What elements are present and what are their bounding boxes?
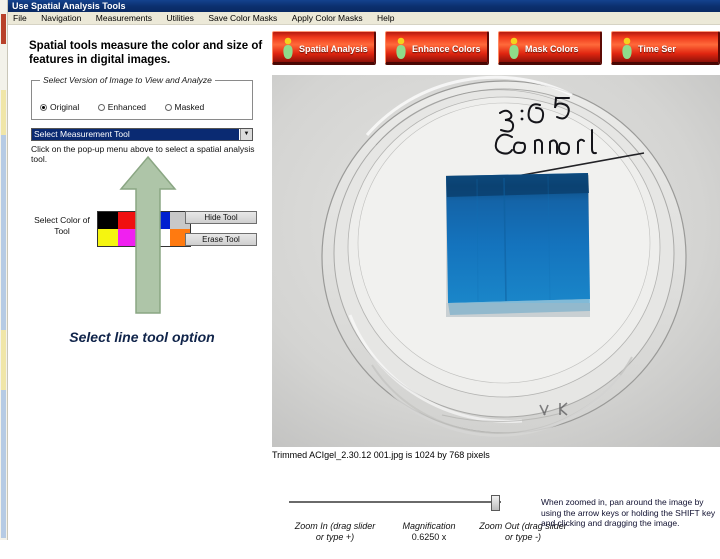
callout-text: Select line tool option (69, 329, 215, 345)
version-groupbox: Select Version of Image to View and Anal… (31, 75, 253, 120)
enhance-colors-button[interactable]: Enhance Colors (385, 31, 489, 65)
callout-arrow-icon (119, 155, 177, 314)
menu-item-help[interactable]: Help (372, 12, 399, 24)
menu-item-utilities[interactable]: Utilities (161, 12, 198, 24)
zoom-slider-track[interactable] (289, 501, 501, 503)
spatial-analysis-label: Spatial Analysis (299, 44, 368, 54)
enhance-colors-label: Enhance Colors (412, 44, 481, 54)
swatch-black[interactable] (98, 212, 118, 229)
magnification-value: 0.6250 x (411, 532, 447, 542)
scrollbar-segment-blue-bottom[interactable] (1, 390, 6, 538)
time-series-label: Time Ser (638, 44, 676, 54)
measurement-tool-dropdown[interactable]: Select Measurement Tool ▼ (31, 128, 253, 141)
chevron-down-icon[interactable]: ▼ (240, 129, 252, 140)
radio-enhanced[interactable]: Enhanced (97, 101, 147, 113)
person-icon (622, 37, 632, 59)
measurement-tool-value: Select Measurement Tool (32, 129, 239, 140)
tool-panel: Spatial tools measure the color and size… (9, 25, 271, 540)
magnification-label: Magnification (402, 521, 456, 531)
person-icon (396, 37, 406, 59)
mask-colors-label: Mask Colors (525, 44, 579, 54)
zoom-slider-thumb[interactable] (491, 495, 500, 511)
mask-colors-button[interactable]: Mask Colors (498, 31, 602, 65)
petri-dish-photo (272, 75, 720, 447)
erase-tool-button[interactable]: Erase Tool (185, 233, 257, 246)
scrollbar-segment-yellow-bottom[interactable] (1, 330, 6, 390)
pan-instructions-note: When zoomed in, pan around the image by … (541, 497, 716, 528)
hide-tool-button[interactable]: Hide Tool (185, 211, 257, 224)
spatial-analysis-button[interactable]: Spatial Analysis (272, 31, 376, 65)
application-window: Use Spatial Analysis Tools File Navigati… (0, 0, 720, 542)
left-scrollbar[interactable] (0, 0, 8, 540)
radio-original[interactable]: Original (40, 101, 79, 112)
radio-dot-icon (164, 103, 172, 111)
scrollbar-segment-yellow-top[interactable] (1, 90, 6, 135)
zoom-slider[interactable] (289, 495, 519, 511)
version-groupbox-title: Select Version of Image to View and Anal… (40, 75, 215, 85)
radio-masked[interactable]: Masked (164, 101, 205, 113)
radio-masked-label: Masked (174, 102, 205, 113)
time-series-button[interactable]: Time Ser (611, 31, 720, 65)
panel-heading: Spatial tools measure the color and size… (29, 40, 263, 66)
scrollbar-segment-blue-top[interactable] (1, 135, 6, 330)
window-title: Use Spatial Analysis Tools (8, 0, 720, 12)
radio-enhanced-label: Enhanced (107, 102, 147, 113)
radio-dot-icon (97, 103, 105, 111)
person-icon (509, 37, 519, 59)
radio-original-label: Original (50, 102, 80, 113)
menu-item-file[interactable]: File (8, 12, 32, 24)
select-color-label: Select Color of Tool (34, 215, 90, 236)
image-canvas[interactable] (272, 75, 720, 447)
menu-item-save-color-masks[interactable]: Save Color Masks (203, 12, 282, 24)
menu-item-measurements[interactable]: Measurements (91, 12, 157, 24)
client-area: Spatial tools measure the color and size… (9, 25, 720, 542)
menu-item-apply-color-masks[interactable]: Apply Color Masks (287, 12, 368, 24)
radio-dot-icon (40, 103, 47, 111)
person-icon (283, 37, 293, 59)
scrollbar-segment-red[interactable] (1, 14, 6, 44)
action-button-bar: Spatial Analysis Enhance Colors Mask Col… (272, 29, 720, 75)
menubar[interactable]: File Navigation Measurements Utilities S… (8, 12, 720, 25)
version-radio-row: Original Enhanced Masked (40, 98, 246, 116)
menu-item-navigation[interactable]: Navigation (36, 12, 86, 24)
image-caption: Trimmed ACIgel_2.30.12 001.jpg is 1024 b… (272, 450, 490, 460)
swatch-yellow[interactable] (98, 229, 118, 246)
